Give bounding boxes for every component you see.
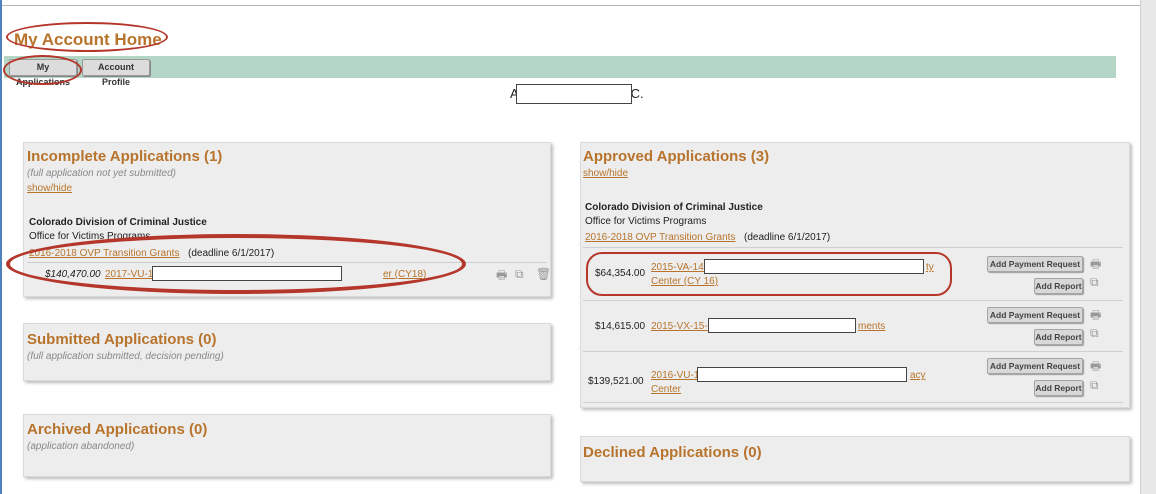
approved-row-amount: $139,521.00 xyxy=(588,376,644,387)
submitted-subtitle: (full application submitted, decision pe… xyxy=(27,351,224,362)
org-name-suffix: C. xyxy=(630,86,644,101)
add-payment-request-button[interactable]: Add Payment Request xyxy=(987,358,1083,374)
trash-icon[interactable]: 🗑 xyxy=(536,267,551,281)
approved-row-amount: $14,615.00 xyxy=(595,321,646,332)
highlight-oval-title xyxy=(6,22,168,52)
approved-heading: Approved Applications (3) xyxy=(583,148,770,165)
row-divider xyxy=(583,247,1123,248)
approved-show-hide-link[interactable]: show/hide xyxy=(583,168,628,179)
approved-office: Office for Victims Programs xyxy=(585,216,707,227)
approved-agency: Colorado Division of Criminal Justice xyxy=(585,202,763,213)
highlight-oval-incomplete-row xyxy=(6,234,466,294)
archived-subtitle: (application abandoned) xyxy=(27,441,135,452)
archived-heading: Archived Applications (0) xyxy=(27,421,208,438)
window-left-edge xyxy=(0,0,2,494)
incomplete-heading: Incomplete Applications (1) xyxy=(27,148,223,165)
add-payment-request-button[interactable]: Add Payment Request xyxy=(987,256,1083,272)
approved-row-link-prefix[interactable]: 2015-VX-15- xyxy=(651,321,708,332)
approved-row-link-line2[interactable]: Center xyxy=(651,384,681,395)
tab-bar xyxy=(4,56,1116,78)
incomplete-show-hide-link[interactable]: show/hide xyxy=(27,183,72,194)
redaction-box xyxy=(708,318,856,333)
highlight-oval-approved-row xyxy=(586,252,952,296)
incomplete-agency: Colorado Division of Criminal Justice xyxy=(29,217,207,228)
print-icon[interactable]: 🖶 xyxy=(496,268,507,282)
approved-row-link-suffix[interactable]: acy xyxy=(910,370,926,381)
tab-account-profile[interactable]: Account Profile xyxy=(82,59,150,87)
row-divider xyxy=(583,402,1123,403)
print-icon[interactable]: 🖶 xyxy=(1090,359,1101,373)
redaction-box xyxy=(516,84,632,104)
add-report-button[interactable]: Add Report xyxy=(1034,278,1083,294)
add-payment-request-button[interactable]: Add Payment Request xyxy=(987,307,1083,323)
incomplete-subtitle: (full application not yet submitted) xyxy=(27,168,176,179)
print-icon[interactable]: 🖶 xyxy=(1090,257,1101,271)
copy-icon[interactable]: ⧉ xyxy=(515,267,524,281)
declined-heading: Declined Applications (0) xyxy=(583,444,762,461)
print-icon[interactable]: 🖶 xyxy=(1090,308,1101,322)
approved-row-link-suffix[interactable]: ments xyxy=(858,321,885,332)
approved-row-link-prefix[interactable]: 2016-VU-1 xyxy=(651,370,699,381)
redaction-box xyxy=(697,367,907,382)
submitted-heading: Submitted Applications (0) xyxy=(27,331,217,348)
add-report-button[interactable]: Add Report xyxy=(1034,380,1083,396)
vertical-scrollbar[interactable] xyxy=(1140,0,1156,494)
row-divider xyxy=(583,351,1123,352)
approved-program-link[interactable]: 2016-2018 OVP Transition Grants xyxy=(585,232,735,243)
row-divider xyxy=(583,300,1123,301)
highlight-oval-tab xyxy=(3,55,82,85)
window-top-edge xyxy=(0,0,1156,6)
copy-icon[interactable]: ⧉ xyxy=(1090,275,1099,289)
copy-icon[interactable]: ⧉ xyxy=(1090,326,1099,340)
copy-icon[interactable]: ⧉ xyxy=(1090,378,1099,392)
add-report-button[interactable]: Add Report xyxy=(1034,329,1083,345)
approved-deadline: (deadline 6/1/2017) xyxy=(744,232,831,243)
